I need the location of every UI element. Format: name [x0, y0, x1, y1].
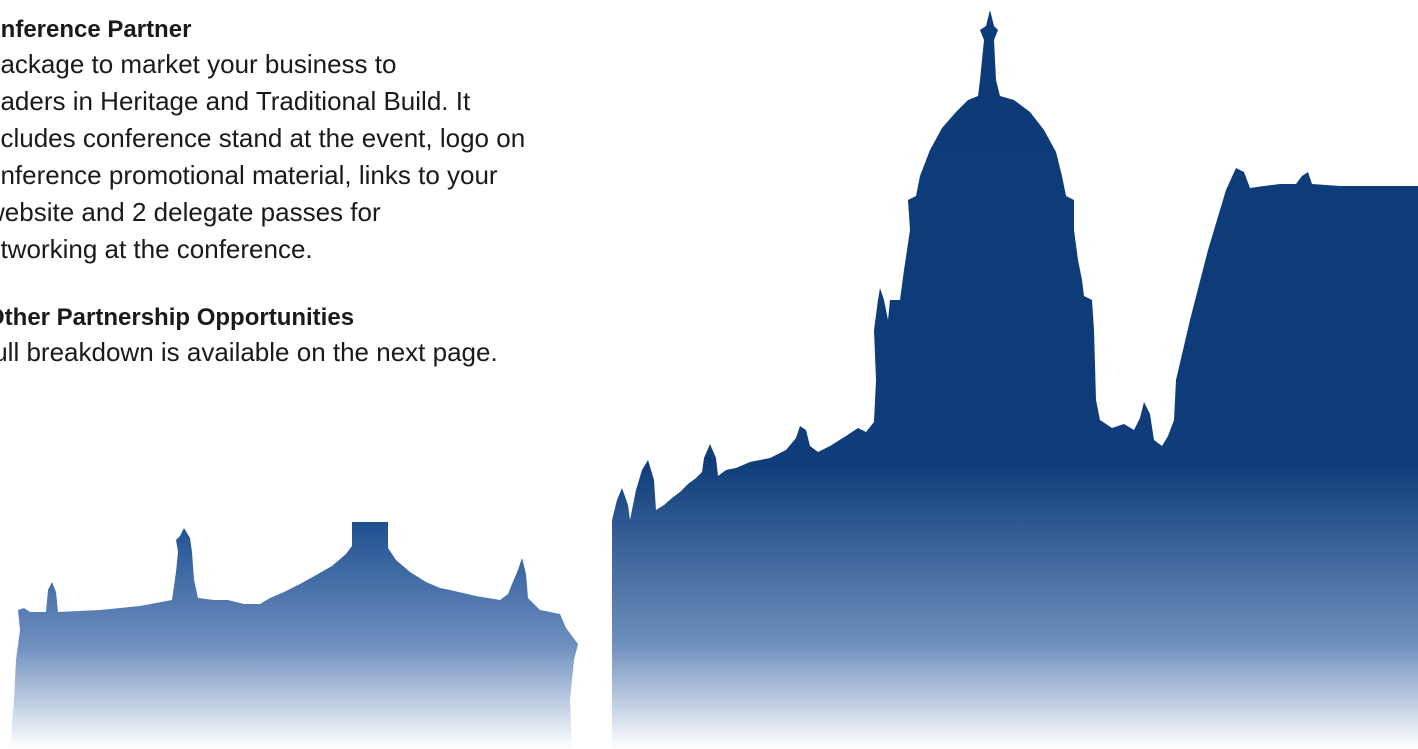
brochure-page: onference Partner package to market your… — [0, 0, 1418, 749]
description-line: etworking at the conference. — [0, 234, 313, 264]
conference-partner-heading: onference Partner — [0, 16, 192, 43]
conference-partner-section: onference Partner package to market your… — [0, 14, 646, 268]
other-opportunities-description: full breakdown is available on the next … — [0, 334, 646, 371]
description-line: full breakdown is available on the next … — [0, 337, 498, 367]
partnership-text: onference Partner package to market your… — [0, 14, 646, 405]
other-opportunities-section: Other Partnership Opportunities full bre… — [0, 302, 646, 371]
other-opportunities-heading: Other Partnership Opportunities — [0, 304, 355, 331]
small-building-shape — [10, 522, 578, 749]
domed-building-shape — [612, 10, 1418, 749]
description-line: ncludes conference stand at the event, l… — [0, 123, 526, 153]
description-line: eaders in Heritage and Traditional Build… — [0, 86, 471, 116]
description-line: package to market your business to — [0, 49, 397, 79]
description-line: website and 2 delegate passes for — [0, 197, 381, 227]
description-line: onference promotional material, links to… — [0, 160, 498, 190]
conference-partner-description: package to market your business to eader… — [0, 46, 646, 268]
